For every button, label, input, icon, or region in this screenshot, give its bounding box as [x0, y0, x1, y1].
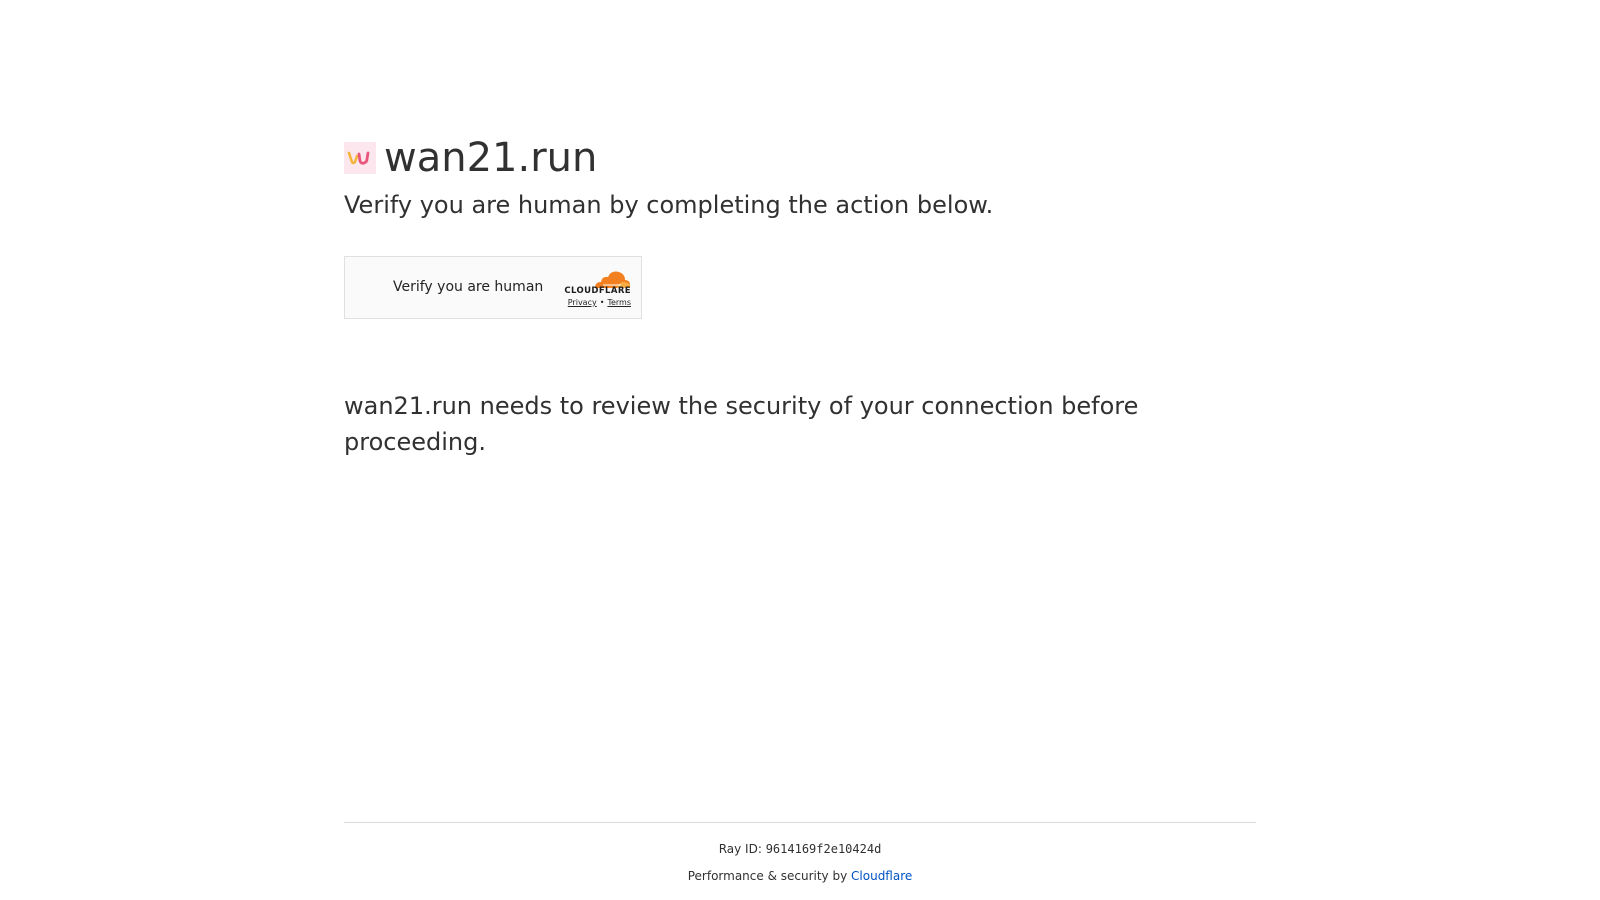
verify-label[interactable]: Verify you are human [393, 279, 543, 295]
page-subtitle: Verify you are human by completing the a… [344, 191, 994, 219]
link-separator: • [599, 298, 605, 307]
ray-id-label: Ray ID: [718, 842, 762, 856]
performance-text: Performance & security by [687, 869, 848, 883]
cloudflare-wordmark: CLOUDFLARE [564, 286, 631, 296]
wan21-logo-icon [344, 142, 376, 174]
footer: Ray ID: 9614169f2e10424d Performance & s… [344, 822, 1256, 883]
cloudflare-branding: CLOUDFLARE Privacy • Terms [555, 269, 631, 309]
ray-id-value: 9614169f2e10424d [765, 842, 882, 856]
site-header: wan21.run [344, 134, 597, 182]
privacy-link[interactable]: Privacy [568, 298, 597, 307]
terms-link[interactable]: Terms [607, 298, 631, 307]
performance-row: Performance & security by Cloudflare [344, 869, 1256, 883]
turnstile-widget[interactable]: Verify you are human CLOUDFLARE Privacy •… [344, 256, 642, 319]
cloudflare-links: Privacy • Terms [555, 298, 631, 307]
ray-id-row: Ray ID: 9614169f2e10424d [344, 842, 1256, 856]
security-review-message: wan21.run needs to review the security o… [344, 392, 1139, 456]
cloudflare-link[interactable]: Cloudflare [851, 869, 912, 883]
site-title: wan21.run [384, 135, 598, 181]
